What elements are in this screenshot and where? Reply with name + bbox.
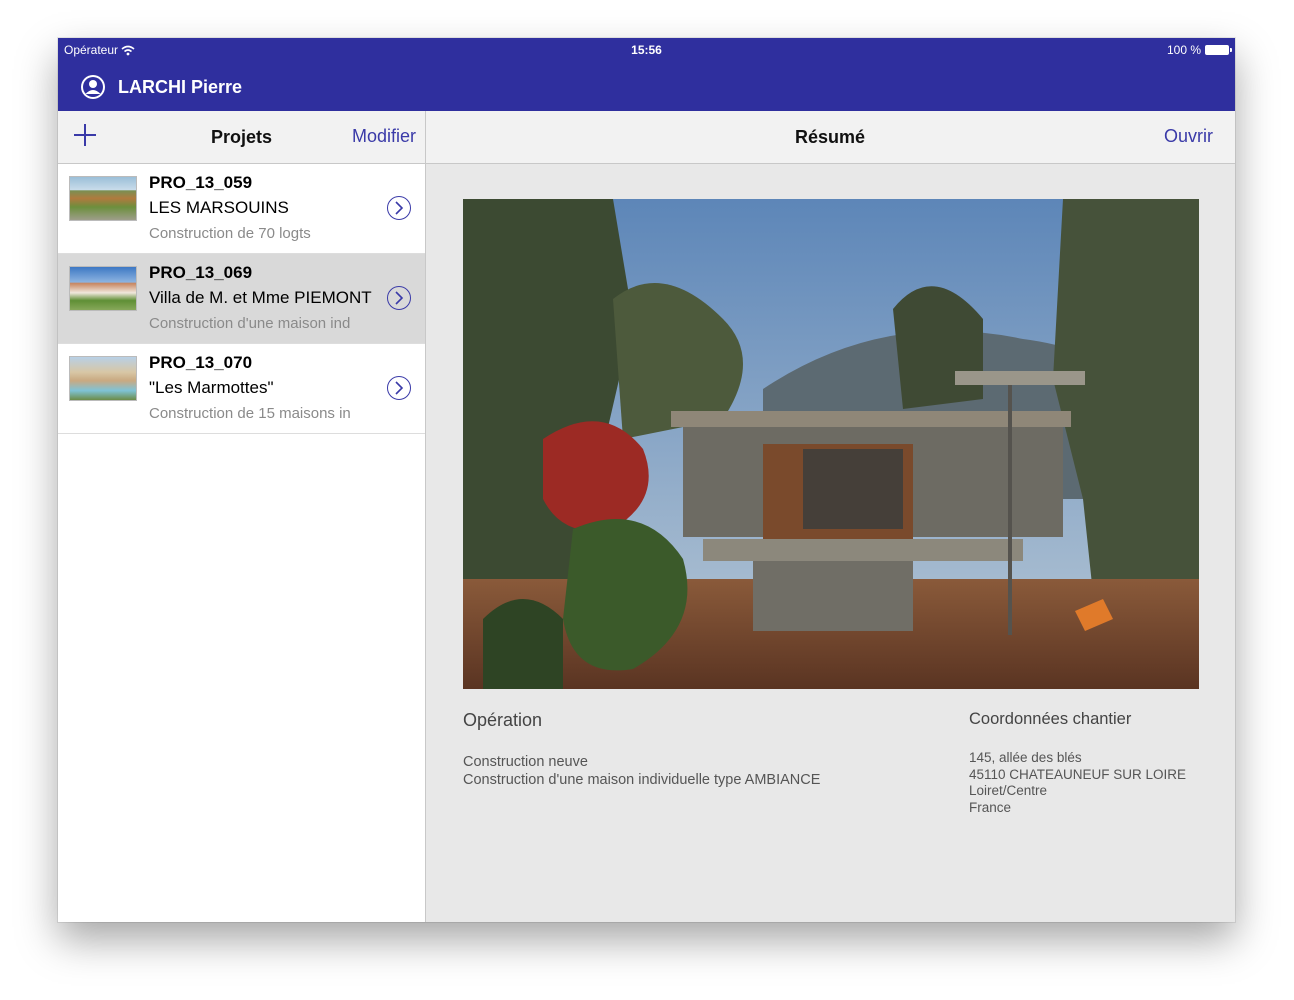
operation-title: Opération: [463, 710, 543, 730]
battery: 100 %: [1166, 43, 1232, 57]
project-code: PRO_13_070: [149, 353, 253, 372]
detail-disclosure-button[interactable]: [387, 196, 411, 220]
project-name: "Les Marmottes": [149, 378, 274, 397]
project-row[interactable]: PRO_13_070 "Les Marmottes" Construction …: [58, 344, 425, 434]
chevron-right-icon: [395, 201, 404, 215]
battery-icon: [1205, 45, 1232, 55]
project-row-selected[interactable]: PRO_13_069 Villa de M. et Mme PIEMONT Co…: [58, 254, 425, 344]
chevron-right-icon: [395, 381, 404, 395]
site-address-line: 45110 CHATEAUNEUF SUR LOIRE: [969, 767, 1187, 782]
project-description: Construction de 15 maisons in: [149, 405, 351, 422]
projects-list: PRO_13_059 LES MARSOUINS Construction de…: [58, 164, 426, 922]
status-bar: Opérateur 15:56 100 %: [58, 38, 1235, 60]
project-description: Construction de 70 logts: [149, 225, 311, 242]
project-thumbnail: [69, 356, 137, 401]
project-code: PRO_13_069: [149, 263, 253, 282]
top-bar: Opérateur 15:56 100 % LARCHI Pierre: [58, 38, 1235, 111]
project-code: PRO_13_059: [149, 173, 253, 192]
clock: 15:56: [631, 43, 662, 57]
user-icon: [81, 75, 105, 99]
project-row[interactable]: PRO_13_059 LES MARSOUINS Construction de…: [58, 164, 425, 254]
open-button[interactable]: Ouvrir: [1164, 126, 1213, 147]
site-coordinates-title: Coordonnées chantier: [969, 710, 1132, 728]
ipad-screen: Opérateur 15:56 100 % LARCHI Pierre Proj…: [58, 38, 1235, 922]
chevron-right-icon: [395, 291, 404, 305]
summary-panel: Opération Construction neuve Constructio…: [426, 164, 1235, 922]
nav-bar: Projets Modifier Résumé Ouvrir: [58, 111, 1235, 164]
project-name: Villa de M. et Mme PIEMONT: [149, 288, 372, 307]
project-render-image: [463, 199, 1199, 689]
user-name: LARCHI Pierre: [118, 76, 243, 97]
project-thumbnail: [69, 266, 137, 311]
site-address-line: Loiret/Centre: [969, 783, 1048, 798]
projects-nav: Projets Modifier: [58, 111, 426, 163]
operation-line: Construction d'une maison individuelle t…: [463, 772, 821, 788]
project-description: Construction d'une maison ind: [149, 315, 351, 332]
battery-label: 100 %: [1166, 43, 1201, 57]
user-profile[interactable]: LARCHI Pierre: [80, 74, 242, 100]
project-thumbnail: [69, 176, 137, 221]
site-address-line: 145, allée des blés: [969, 750, 1082, 765]
summary-title: Résumé: [794, 127, 866, 147]
edit-button[interactable]: Modifier: [352, 126, 416, 147]
project-name: LES MARSOUINS: [149, 198, 289, 217]
detail-disclosure-button[interactable]: [387, 286, 411, 310]
detail-disclosure-button[interactable]: [387, 376, 411, 400]
site-address-line: France: [969, 800, 1012, 815]
operation-line: Construction neuve: [463, 754, 588, 770]
